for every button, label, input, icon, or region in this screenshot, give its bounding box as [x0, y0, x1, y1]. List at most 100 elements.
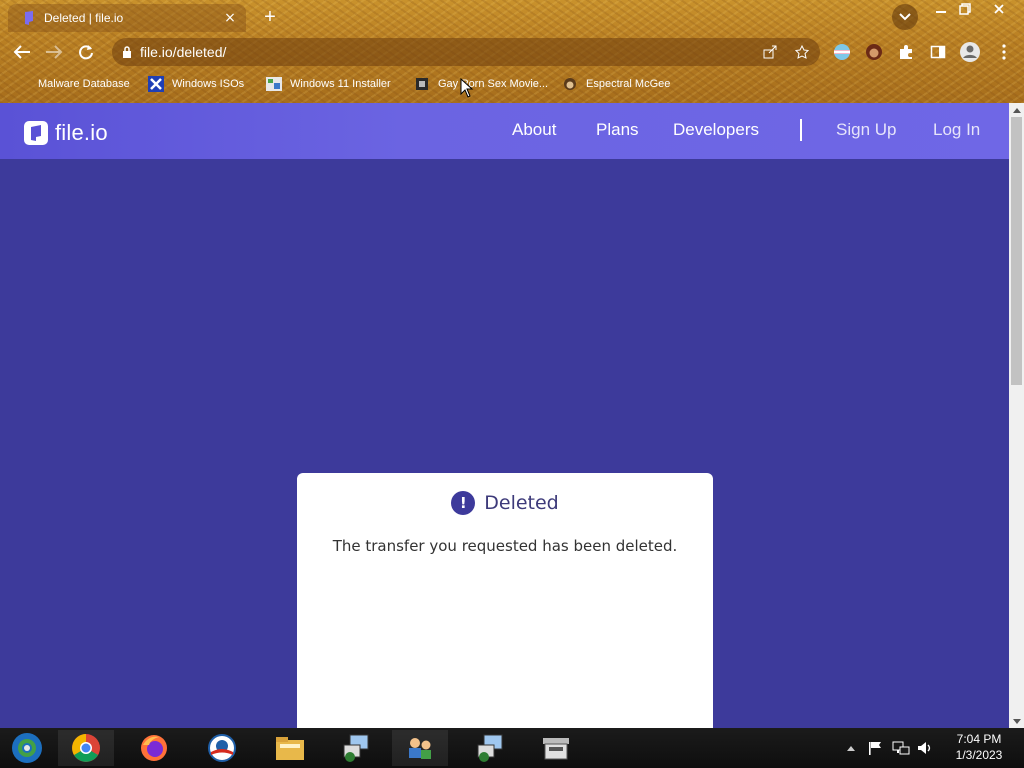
nav-login[interactable]: Log In	[933, 120, 980, 140]
scroll-thumb[interactable]	[1011, 117, 1022, 385]
nav-divider	[800, 119, 802, 141]
site-logo[interactable]: file.io	[24, 120, 108, 146]
minimize-icon	[936, 11, 946, 13]
extensions-button[interactable]	[894, 40, 918, 64]
taskbar-explorer[interactable]	[262, 730, 318, 766]
lock-icon	[122, 46, 132, 58]
taskbar-remote-desktop-1[interactable]	[328, 730, 384, 766]
puzzle-icon	[900, 45, 912, 59]
scroll-down-icon[interactable]	[1009, 714, 1024, 728]
nav-plans[interactable]: Plans	[596, 120, 639, 140]
browser-tab[interactable]: Deleted | file.io ×	[8, 4, 246, 32]
bookmark-windows-isos[interactable]: Windows ISOs	[148, 72, 244, 96]
system-clock[interactable]: 7:04 PM 1/3/2023	[944, 731, 1014, 763]
forward-button[interactable]	[42, 40, 66, 64]
close-window-button[interactable]	[984, 0, 1014, 18]
network-status[interactable]	[890, 728, 912, 768]
start-orb-icon	[12, 733, 42, 763]
start-button[interactable]	[0, 730, 54, 766]
deleted-card: ! Deleted The transfer you requested has…	[297, 473, 713, 728]
x-logo-icon	[148, 76, 164, 92]
nav-about[interactable]: About	[512, 120, 556, 140]
alert-icon: !	[451, 491, 476, 515]
show-hidden-icons[interactable]	[844, 728, 858, 768]
restore-icon	[959, 3, 971, 15]
back-button[interactable]	[10, 40, 34, 64]
obama-logo-icon	[208, 734, 236, 762]
film-icon	[414, 76, 430, 92]
side-panel-icon	[930, 45, 946, 59]
network-icon	[892, 741, 910, 755]
reload-button[interactable]	[74, 40, 98, 64]
share-icon[interactable]	[762, 44, 778, 60]
bookmark-malware-database[interactable]: Malware Database	[38, 72, 130, 96]
taskbar-remote-desktop-2[interactable]	[462, 730, 518, 766]
extension-flag-button[interactable]	[830, 40, 854, 64]
flag-icon	[869, 742, 881, 755]
close-icon	[994, 4, 1004, 14]
volume-control[interactable]	[914, 728, 936, 768]
users-icon	[409, 738, 431, 759]
remote-desktop-icon	[477, 734, 503, 762]
card-header: ! Deleted	[297, 491, 713, 515]
remote-desktop-icon	[343, 734, 369, 762]
face-icon	[562, 76, 578, 92]
tab-close-icon[interactable]: ×	[220, 10, 240, 26]
card-message: The transfer you requested has been dele…	[332, 537, 678, 555]
firefox-icon	[141, 735, 167, 761]
tab-search-button[interactable]	[892, 4, 918, 30]
address-bar[interactable]: file.io/deleted/	[112, 38, 820, 66]
taskbar-obama-logo[interactable]	[194, 730, 250, 766]
bookmark-espectral-mcgee[interactable]: Espectral McGee	[562, 72, 670, 96]
speaker-icon	[918, 742, 931, 754]
reload-icon	[79, 45, 93, 60]
arrow-right-icon	[46, 45, 63, 59]
scroll-up-icon[interactable]	[1009, 103, 1024, 117]
site-navbar: file.io About Plans Developers Sign Up L…	[0, 103, 1009, 159]
bookmark-movie[interactable]: Gay Porn Sex Movie...	[414, 72, 548, 96]
taskbar-users-app[interactable]	[392, 730, 448, 766]
browser-chrome: Deleted | file.io × + file.io/deleted/ M…	[0, 0, 1024, 103]
action-center[interactable]	[866, 728, 884, 768]
bookmark-label: Windows ISOs	[172, 78, 245, 90]
clock-time: 7:04 PM	[956, 732, 1002, 746]
chevron-up-icon	[847, 745, 855, 751]
page-scrollbar[interactable]	[1009, 103, 1024, 728]
restore-button[interactable]	[950, 0, 980, 18]
bookmark-label: Espectral McGee	[586, 78, 671, 90]
folder-icon	[276, 737, 304, 760]
taskbar-firefox[interactable]	[126, 730, 182, 766]
taskbar-archive[interactable]	[528, 730, 584, 766]
arrow-left-icon	[13, 45, 30, 59]
tab-title: Deleted | file.io	[44, 11, 124, 25]
nav-signup[interactable]: Sign Up	[836, 120, 896, 140]
flag-extension-icon	[834, 44, 850, 60]
archive-icon	[543, 738, 569, 760]
face-extension-icon	[866, 44, 882, 60]
taskbar-chrome[interactable]	[58, 730, 114, 766]
extension-face-button[interactable]	[862, 40, 886, 64]
image-icon	[266, 76, 282, 92]
kebab-menu-icon	[1002, 44, 1006, 60]
address-text[interactable]: file.io/deleted/	[140, 44, 226, 60]
bookmark-label: Gay Porn Sex Movie...	[438, 78, 549, 90]
logo-text: file.io	[55, 120, 108, 145]
card-title: Deleted	[484, 492, 559, 514]
bookmark-label: Malware Database	[38, 78, 130, 90]
bookmark-star-icon[interactable]	[794, 44, 810, 60]
fileio-logo-icon	[24, 121, 48, 145]
bookmark-windows-11-installer[interactable]: Windows 11 Installer	[266, 72, 391, 96]
profile-button[interactable]	[958, 40, 982, 64]
bookmarks-bar: Malware Database Windows ISOs Windows 11…	[0, 72, 1024, 96]
taskbar: 7:04 PM 1/3/2023	[0, 728, 1024, 768]
chrome-icon	[72, 734, 100, 762]
nav-developers[interactable]: Developers	[673, 120, 759, 140]
side-panel-button[interactable]	[926, 40, 950, 64]
mouse-cursor-icon	[460, 78, 474, 98]
fileio-favicon-icon	[22, 11, 36, 25]
clock-date: 1/3/2023	[955, 748, 1003, 762]
new-tab-button[interactable]: +	[259, 6, 281, 28]
bookmark-label: Windows 11 Installer	[290, 78, 391, 90]
page-content: file.io About Plans Developers Sign Up L…	[0, 103, 1009, 728]
menu-button[interactable]	[992, 40, 1016, 64]
